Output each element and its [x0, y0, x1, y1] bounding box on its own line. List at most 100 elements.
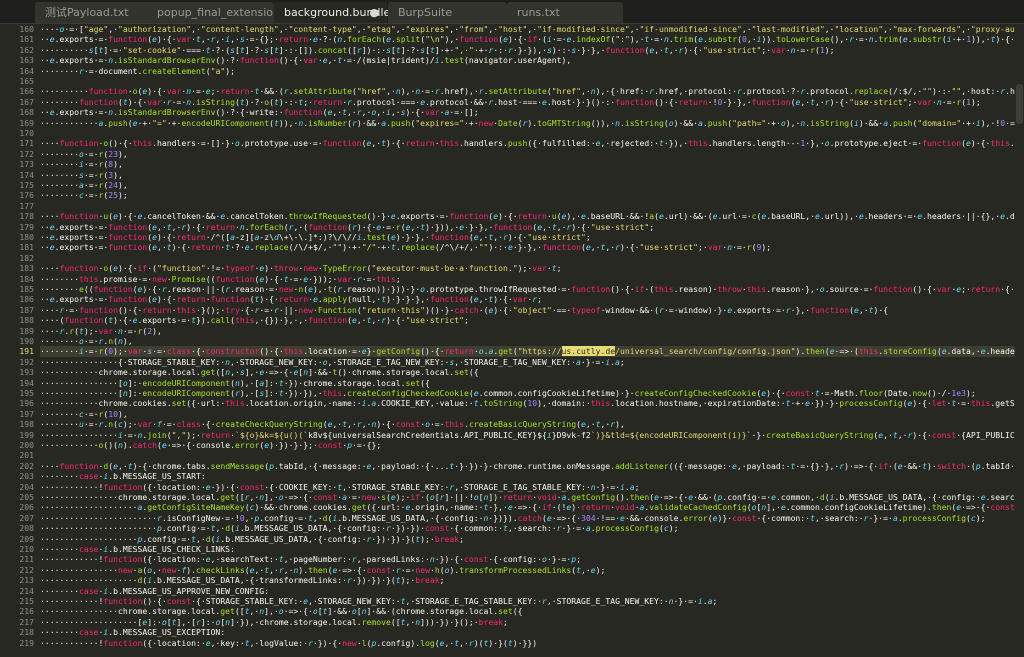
code-line[interactable]: ········s·=·r(3), [40, 170, 1015, 180]
code-line[interactable]: ················[n]:·encodeURIComponent(… [40, 388, 1015, 398]
code-line[interactable]: ············!function({·location:·e,·key… [40, 638, 1015, 648]
code-line[interactable]: ········this.promise·=·new·Promise((func… [40, 274, 1015, 284]
code-line[interactable]: ············a.push(e·+·"="·+·encodeURICo… [40, 118, 1015, 128]
code-line[interactable]: ················[o]:·encodeURIComponent(… [40, 378, 1015, 388]
code-line[interactable]: ········i·=·r(0);·var·s·=·class·{·constr… [40, 346, 1015, 357]
code-line[interactable]: ········case·i.b.MESSAGE_US_EXCEPTION: [40, 627, 1015, 637]
code-line[interactable]: ························r.isConfigNew·=·… [40, 513, 1015, 523]
line-number: 169 [19, 117, 34, 128]
code-line[interactable]: ········a·=·r(24), [40, 180, 1015, 190]
code-line[interactable]: ········i·=·r(8), [40, 159, 1015, 169]
code-line[interactable]: ········case·i.b.MESSAGE_US_CHECK_LINKS: [40, 544, 1015, 554]
line-number: 179 [19, 221, 34, 232]
code-line[interactable]: ························p.config·=·t,·d(… [40, 523, 1015, 533]
code-line[interactable]: ··········function·o(e)·{·var·n·=·e;·ret… [40, 86, 1015, 96]
code-line[interactable]: ··········s[t]·=·"set-cookie"·===·t·?·(s… [40, 45, 1015, 55]
tab-runs[interactable]: runs.txt [507, 2, 623, 23]
line-number: 191 [19, 346, 34, 357]
code-line[interactable]: ····················p.config·=·t,·d(i.b.… [40, 534, 1015, 544]
line-number: 162 [19, 44, 34, 55]
vertical-scrollbar[interactable] [1015, 24, 1024, 657]
code-line[interactable] [40, 76, 1015, 86]
code-line[interactable]: ········e((function(e)·{·r.reason·||·(r.… [40, 284, 1015, 294]
code-line[interactable] [40, 253, 1015, 263]
line-number: 171 [19, 138, 34, 149]
code-line[interactable]: ····function·o()·{·this.handlers·=·[]·}·… [40, 138, 1015, 148]
code-line[interactable]: ····function·d(e,·t)·{·chrome.tabs.sendM… [40, 461, 1015, 471]
code-line[interactable]: ········r·=·document.createElement("a"); [40, 66, 1015, 76]
tab-test-payload[interactable]: 测试Payload.txt [35, 2, 152, 23]
line-number: 174 [19, 169, 34, 180]
line-number: 204 [19, 481, 34, 492]
code-line[interactable]: ················chrome.storage.local.get… [40, 606, 1015, 616]
search-match-highlight: us.cutly.de [561, 346, 616, 357]
code-line[interactable]: ··e.exports·=·function(e,·t,·r)·{·return… [40, 222, 1015, 232]
line-number: 192 [19, 356, 34, 367]
code-line[interactable]: ··e.exports·=·n.isStandardBrowserEnv()·?… [40, 55, 1015, 65]
code-line[interactable]: ····(function(t)·{·e.exports·=·t}).call(… [40, 315, 1015, 325]
line-number: 160 [19, 24, 34, 34]
code-line[interactable]: ················i·=·n.join(",");·return·… [40, 430, 1015, 440]
line-number: 182 [19, 252, 34, 263]
line-number: 211 [19, 554, 34, 565]
tab-label: 测试Payload.txt [45, 6, 129, 19]
code-line[interactable]: ··e.exports·=·function(e,·t)·{·return·t·… [40, 242, 1015, 252]
code-line[interactable]: ········case·i.b.MESSAGE_US_START: [40, 471, 1015, 481]
code-line[interactable]: ············chrome.cookies.set({·url:·th… [40, 398, 1015, 408]
code-line[interactable] [40, 128, 1015, 138]
code-line[interactable]: ····r.r(t);·var·n·=·r(2), [40, 326, 1015, 336]
line-number: 199 [19, 429, 34, 440]
tab-burpsuite[interactable]: BurpSuite 2020.9.sh [388, 2, 507, 40]
code-line[interactable]: ············o()(n).catch(e·=>·{·console.… [40, 440, 1015, 450]
code-line[interactable]: ············!function()·{·const·{·STORAG… [40, 596, 1015, 606]
line-number: 188 [19, 315, 34, 326]
dirty-dot-icon[interactable]: ● [369, 2, 379, 23]
code-line[interactable]: ····function·o(e)·{·if·("function"·!=·ty… [40, 263, 1015, 273]
code-line[interactable]: ············chrome.storage.local.get([n,… [40, 367, 1015, 377]
code-line[interactable]: ··e.exports·=·n.isStandardBrowserEnv()·?… [40, 107, 1015, 117]
code-line[interactable]: ··e.exports·=·function(e)·{·return·/^([a… [40, 232, 1015, 242]
line-number: 214 [19, 585, 34, 596]
tab-popup-final-extension[interactable]: popup_final_extension.js [147, 2, 292, 23]
line-number: 208 [19, 523, 34, 534]
code-line[interactable]: ········u·=·r.n(c);·var·f·=·class·{·crea… [40, 419, 1015, 429]
line-number: 190 [19, 336, 34, 346]
code-line[interactable]: ··e.exports·=·function(e)·{·return·funct… [40, 294, 1015, 304]
code-line[interactable]: ················chrome.storage.local.get… [40, 492, 1015, 502]
code-line[interactable]: ········o·=·r.n(n), [40, 336, 1015, 346]
line-number: 202 [19, 460, 34, 471]
code-line[interactable]: ········function(t)·{·var·r·=·n.isString… [40, 97, 1015, 107]
line-number: 168 [19, 107, 34, 118]
line-number: 207 [19, 512, 34, 523]
code-line[interactable]: ····r·=·function()·{·return·this·}();·tr… [40, 305, 1015, 315]
code-line[interactable]: ············!function({·location:·e·})·{… [40, 482, 1015, 492]
line-number: 186 [19, 294, 34, 305]
code-line[interactable]: ········o·=·r(23), [40, 149, 1015, 159]
line-number: 219 [19, 637, 34, 648]
code-line[interactable] [40, 201, 1015, 211]
code-line[interactable]: ····················a.getConfigSiteNameK… [40, 502, 1015, 512]
code-line[interactable]: ····················[e]:·o[t],·[r]:·o[n]… [40, 617, 1015, 627]
tab-background-bundle[interactable]: background.bundle.js ● [274, 2, 403, 23]
code-area[interactable]: ····o·=·["age",·"authorization",·"conten… [40, 24, 1015, 657]
line-number: 172 [19, 148, 34, 159]
line-number: 198 [19, 419, 34, 430]
line-number: 180 [19, 232, 34, 242]
code-line[interactable]: ················new·a(o,·new·f).checkLin… [40, 565, 1015, 575]
code-line[interactable]: ················{·STORAGE_STABLE_KEY:·n,… [40, 357, 1015, 367]
code-line[interactable]: ············!function({·location:·e,·sea… [40, 554, 1015, 564]
code-line[interactable]: ····function·u(e)·{·e.cancelToken·&&·e.c… [40, 211, 1015, 221]
line-number: 212 [19, 564, 34, 575]
code-line[interactable] [40, 450, 1015, 460]
code-line[interactable]: ··e.exports·=·function(e)·{·var·t,·r,·i,… [40, 34, 1015, 44]
code-line[interactable]: ········c·=·r(10), [40, 409, 1015, 419]
code-line[interactable]: ········case·i.b.MESSAGE_US_APPROVE_NEW_… [40, 586, 1015, 596]
line-number: 203 [19, 471, 34, 482]
code-line[interactable]: ····················d(i.b.MESSAGE_US_DAT… [40, 575, 1015, 585]
code-line[interactable]: ········c·=·r(25); [40, 190, 1015, 200]
code-line[interactable]: ····o·=·["age",·"authorization",·"conten… [40, 24, 1015, 34]
line-number: 197 [19, 408, 34, 419]
line-number: 194 [19, 377, 34, 388]
code-editor[interactable]: 160 161 162 163 164 165 166 167 168 169 170 171 172 1… [0, 24, 1024, 657]
scrollbar-thumb[interactable] [1016, 84, 1023, 124]
